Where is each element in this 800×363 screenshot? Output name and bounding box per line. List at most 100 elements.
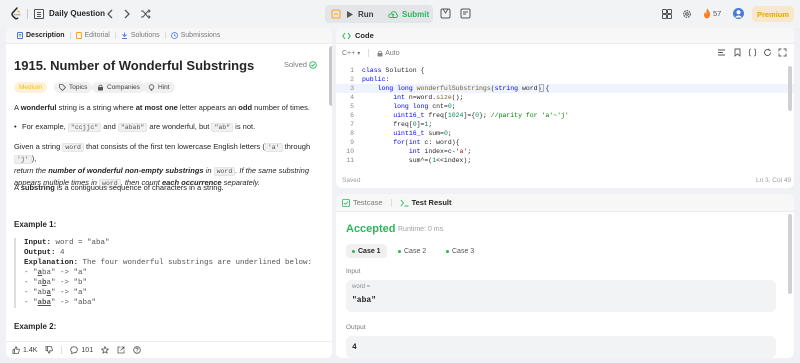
settings-gear-icon[interactable] bbox=[682, 9, 692, 21]
tab-editorial-label: Editorial bbox=[84, 32, 110, 39]
tab-solutions-label: Solutions bbox=[130, 32, 160, 39]
solved-status: Solved bbox=[284, 60, 317, 69]
result-scrollbar[interactable] bbox=[788, 214, 792, 294]
verdict: Accepted bbox=[346, 223, 396, 235]
language-select[interactable]: C++ ▾ bbox=[342, 50, 360, 57]
help-button[interactable] bbox=[133, 346, 141, 354]
problem-title: 1915. Number of Wonderful Substrings bbox=[14, 58, 255, 73]
checkbox-icon bbox=[342, 198, 350, 207]
check-circle-icon bbox=[309, 60, 317, 69]
code-lines[interactable]: 1 class Solution { 2 public: 3 long long w… bbox=[336, 66, 794, 165]
streak-counter[interactable]: 57 bbox=[703, 8, 721, 19]
description-paragraph-3: A substring is a contiguous sequence of … bbox=[14, 183, 224, 192]
timer-icon[interactable] bbox=[440, 8, 451, 21]
code-line: 4 int n=word.size(); bbox=[350, 94, 464, 101]
lock-icon bbox=[377, 50, 383, 56]
chevron-right-icon[interactable] bbox=[123, 7, 131, 24]
tab-submissions[interactable]: Submissions bbox=[166, 32, 226, 39]
save-status: Saved bbox=[342, 177, 361, 184]
output-label: Output bbox=[346, 324, 366, 331]
input-var-name: word = bbox=[352, 284, 371, 290]
streak-count: 57 bbox=[713, 9, 722, 18]
pass-dot-icon bbox=[446, 249, 449, 253]
difficulty-badge: Medium bbox=[14, 82, 48, 93]
tab-solutions[interactable]: Solutions bbox=[116, 32, 166, 39]
cloud-upload-icon bbox=[388, 10, 398, 18]
thumbs-down-icon bbox=[46, 346, 54, 354]
output-value: 4 bbox=[352, 343, 357, 352]
help-circle-icon bbox=[133, 346, 141, 354]
divider bbox=[61, 346, 63, 354]
chevron-left-icon[interactable] bbox=[106, 7, 114, 24]
avatar[interactable] bbox=[733, 8, 744, 19]
topics-tag[interactable]: Topics bbox=[54, 82, 93, 93]
shuffle-icon[interactable] bbox=[140, 7, 151, 24]
submit-label: Submit bbox=[402, 9, 430, 19]
lock-icon bbox=[98, 84, 103, 91]
layout-icon[interactable] bbox=[662, 9, 672, 21]
tab-description-label: Description bbox=[26, 32, 65, 39]
terminal-icon bbox=[400, 199, 409, 206]
tab-description[interactable]: Description bbox=[12, 32, 71, 39]
description-example-bullet: • For example, "ccjjc" and "abab" are won… bbox=[14, 122, 256, 132]
leetcode-logo-icon[interactable] bbox=[10, 7, 22, 21]
tab-testcase[interactable]: Testcase bbox=[342, 198, 383, 207]
daily-question-label[interactable]: Daily Question bbox=[49, 9, 105, 18]
reset-icon[interactable] bbox=[763, 48, 772, 59]
case-tab-1[interactable]: Case 1 bbox=[346, 244, 387, 258]
braces-icon[interactable] bbox=[748, 48, 757, 59]
editor-scrollbar[interactable] bbox=[788, 66, 792, 111]
premium-button[interactable]: Premium bbox=[752, 6, 794, 22]
divider bbox=[27, 9, 28, 19]
problem-tabs: Description Editorial Solutions Submissi… bbox=[6, 28, 332, 44]
example-1-title: Example 1: bbox=[14, 220, 57, 229]
brace-match-cursor bbox=[539, 84, 544, 92]
case-label: Case 2 bbox=[404, 247, 427, 255]
scrollbar[interactable] bbox=[329, 46, 332, 106]
topics-label: Topics bbox=[69, 84, 88, 91]
debug-icon[interactable] bbox=[331, 9, 341, 21]
code-editor-panel: Code C++ ▾ Auto 1 class Solution { 2 publi… bbox=[336, 28, 794, 188]
tab-test-result-label: Test Result bbox=[411, 198, 452, 207]
comment-icon bbox=[70, 346, 79, 354]
case-label: Case 3 bbox=[452, 247, 475, 255]
divider bbox=[390, 198, 392, 207]
like-button[interactable]: 1.4K bbox=[12, 346, 37, 354]
input-box: word = "aba" bbox=[346, 280, 776, 312]
cursor-position: Ln 3, Col 49 bbox=[756, 177, 792, 184]
runtime: Runtime: 0 ms bbox=[398, 226, 444, 233]
hint-tag[interactable]: Hint bbox=[143, 82, 175, 93]
favorite-button[interactable] bbox=[101, 346, 110, 354]
top-bar: Daily Question Run Submit 57 Premium bbox=[0, 0, 800, 28]
test-result-panel: Testcase Test Result Accepted Runtime: 0… bbox=[336, 194, 794, 358]
tab-testcase-label: Testcase bbox=[353, 198, 383, 207]
case-tab-3[interactable]: Case 3 bbox=[440, 244, 480, 258]
submit-button[interactable]: Submit bbox=[388, 5, 429, 23]
description-paragraph-1: A wonderful string is a string where at … bbox=[14, 103, 310, 112]
tag-icon bbox=[59, 84, 66, 91]
dislike-button[interactable] bbox=[45, 346, 54, 354]
pass-dot-icon bbox=[352, 249, 355, 253]
share-button[interactable] bbox=[117, 346, 125, 354]
example-2-title: Example 2: bbox=[14, 322, 57, 331]
comments-button[interactable]: 101 bbox=[70, 346, 93, 354]
code-line: 9 for(int c: word){ bbox=[350, 139, 460, 146]
tab-editorial[interactable]: Editorial bbox=[71, 32, 116, 39]
code-line: 6 uint16_t freq[1024]={0}; //parity for … bbox=[350, 112, 569, 119]
run-button[interactable]: Run bbox=[346, 5, 374, 23]
problem-list-icon[interactable] bbox=[34, 9, 44, 19]
code-panel-title: Code bbox=[355, 31, 374, 40]
companies-tag[interactable]: Companies bbox=[92, 82, 145, 93]
format-icon[interactable] bbox=[717, 48, 726, 59]
notes-icon[interactable] bbox=[460, 8, 471, 21]
case-tab-2[interactable]: Case 2 bbox=[392, 244, 432, 258]
case-label: Case 1 bbox=[358, 247, 381, 255]
auto-mode-toggle[interactable]: Auto bbox=[377, 50, 400, 57]
code-line: 11 sum^=(1<<index); bbox=[346, 157, 472, 164]
fullscreen-icon[interactable] bbox=[778, 48, 787, 59]
like-count: 1.4K bbox=[23, 346, 38, 354]
bookmark-icon[interactable] bbox=[733, 48, 742, 59]
editorial-icon bbox=[75, 32, 82, 39]
tab-test-result[interactable]: Test Result bbox=[400, 198, 452, 207]
problem-footer: 1.4K 101 bbox=[6, 341, 332, 358]
